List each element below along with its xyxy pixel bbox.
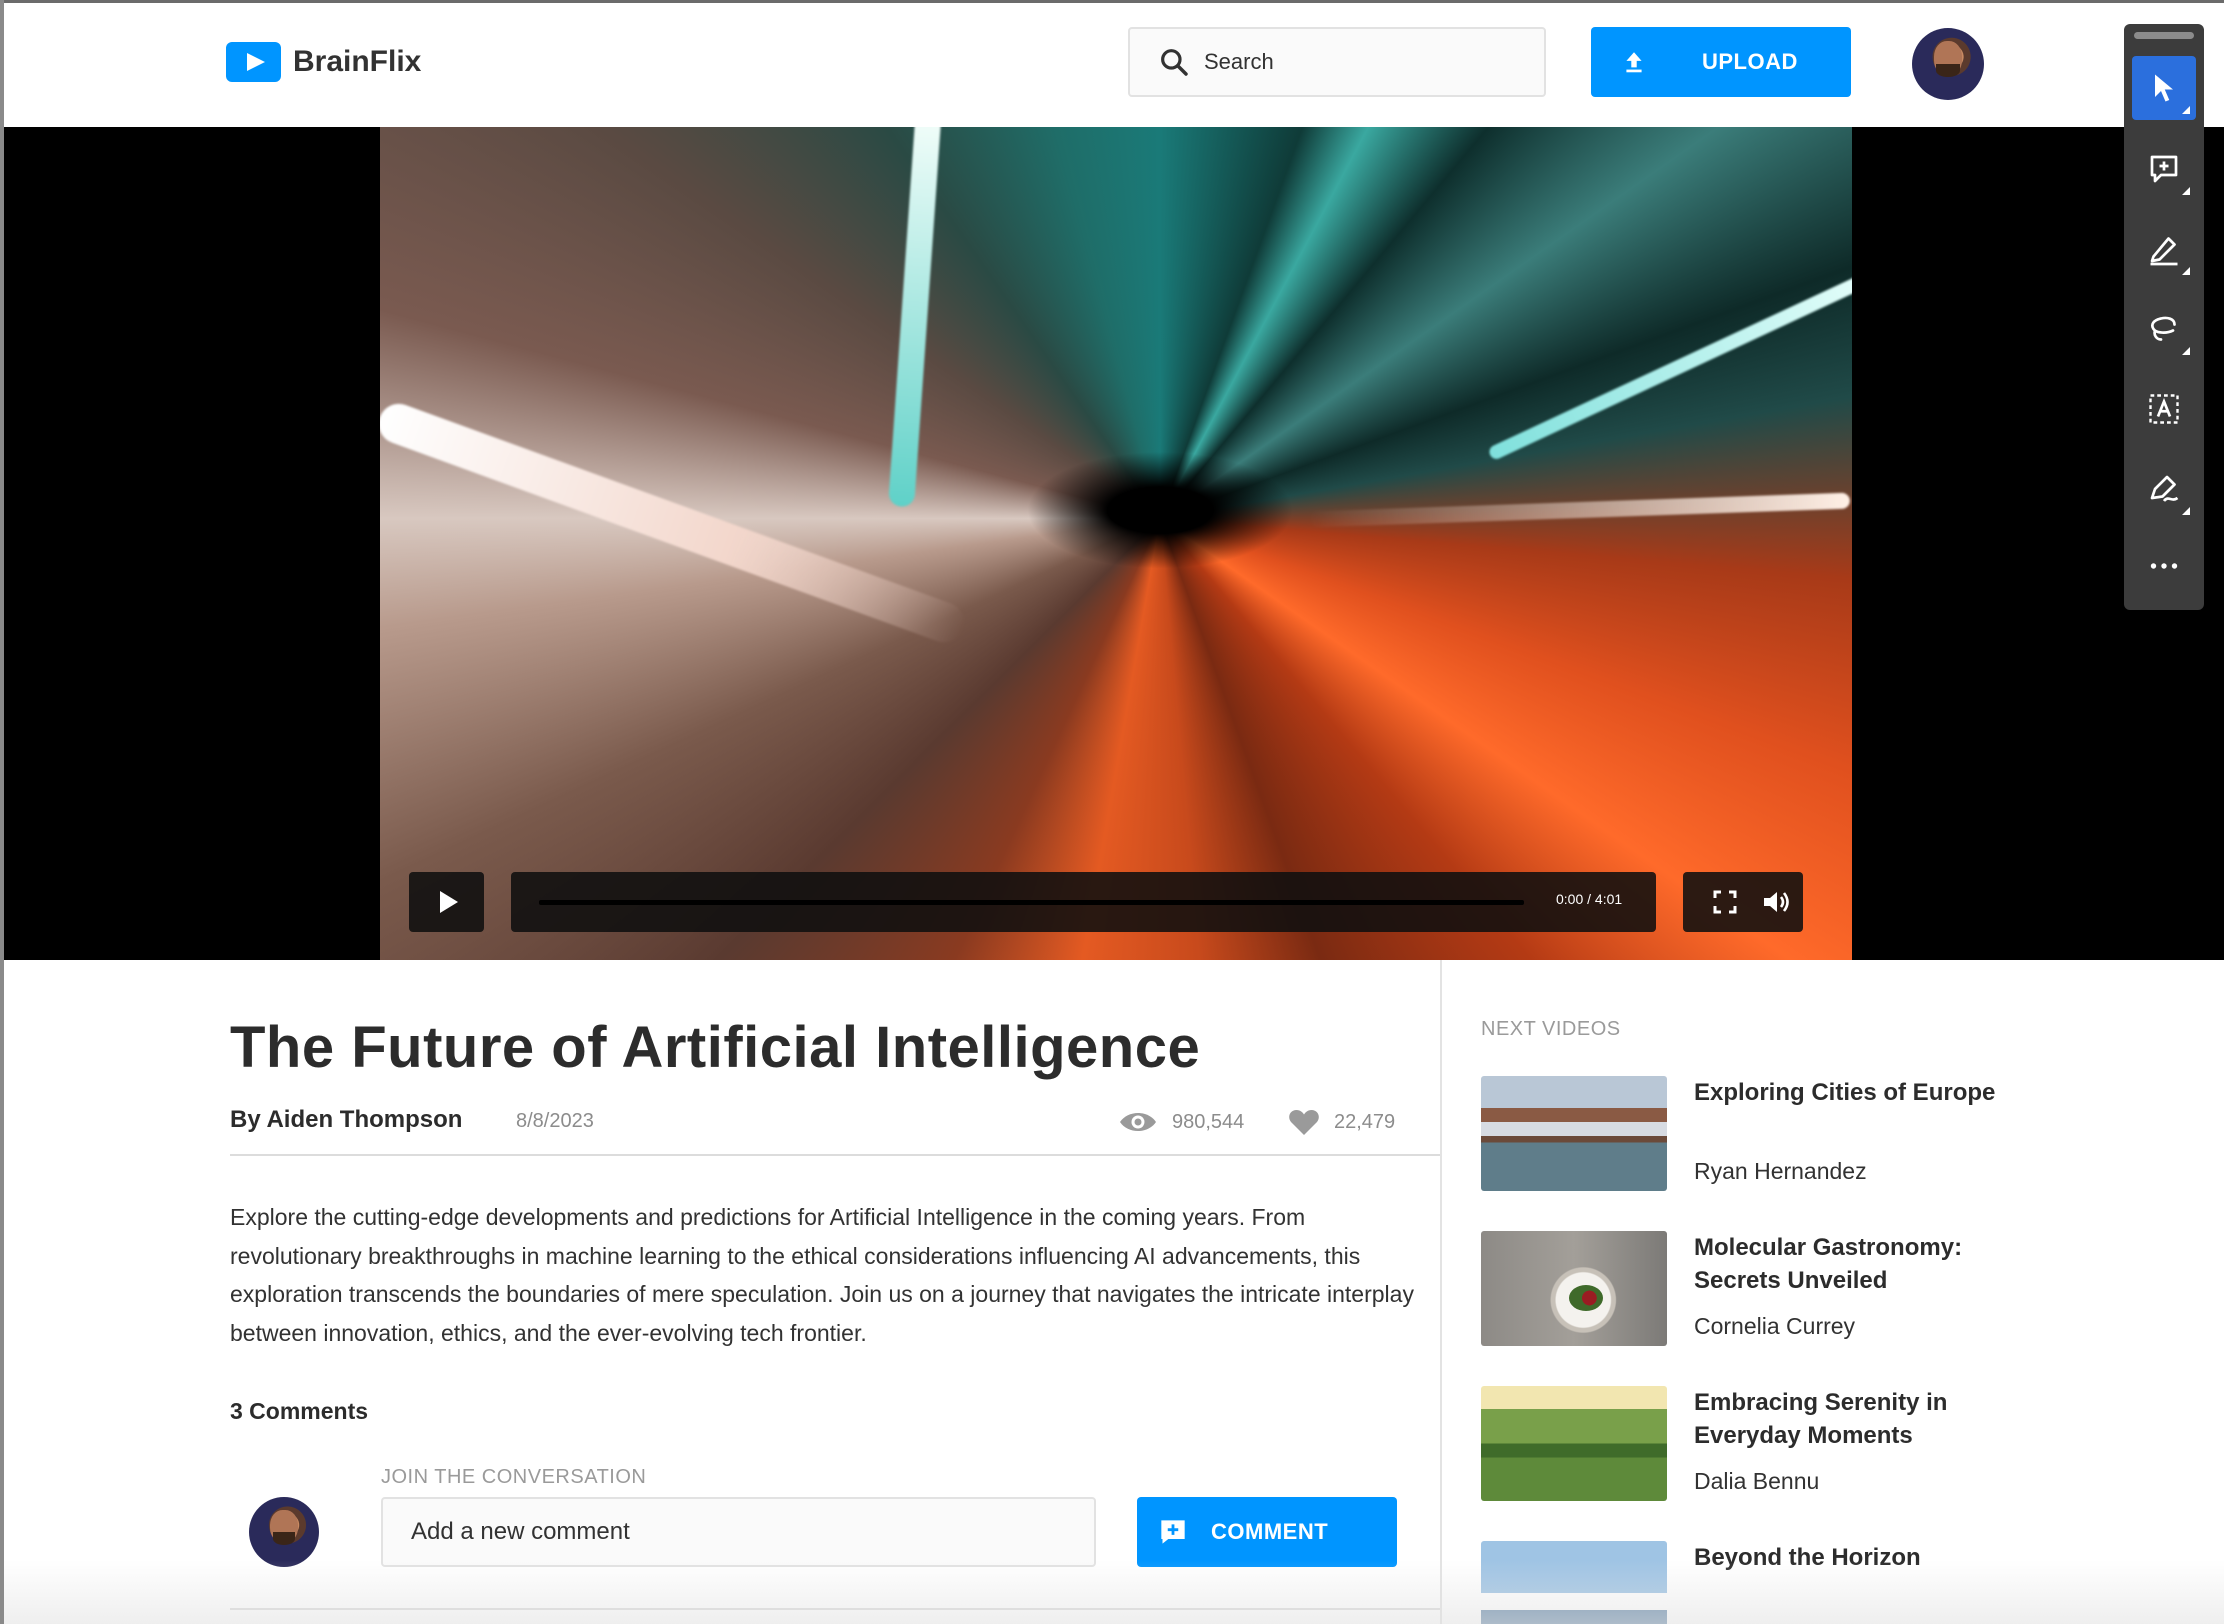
comment-input[interactable] xyxy=(381,1497,1096,1567)
more-tools-button[interactable] xyxy=(2132,534,2196,598)
next-video-title: Exploring Cities of Europe xyxy=(1694,1079,1996,1106)
text-select-tool-button[interactable] xyxy=(2132,377,2196,441)
column-divider xyxy=(1440,960,1442,1624)
add-comment-icon xyxy=(1161,1520,1185,1544)
video-thumbnail[interactable] xyxy=(1481,1541,1667,1624)
video-time: 0:00 / 4:01 xyxy=(1556,891,1623,907)
comment-button[interactable]: COMMENT xyxy=(1137,1497,1397,1567)
fullscreen-icon[interactable] xyxy=(1713,890,1737,914)
video-light-streak xyxy=(1487,266,1852,462)
next-video-item[interactable]: Molecular Gastronomy: Secrets Unveiled C… xyxy=(1481,1231,2181,1346)
next-video-title: Beyond the Horizon xyxy=(1694,1544,1921,1571)
submenu-corner-icon xyxy=(2182,267,2190,275)
draw-pen-icon xyxy=(2150,237,2178,266)
likes-counter[interactable]: 22,479 xyxy=(1288,1108,1395,1136)
brainflix-logo[interactable]: BrainFlix xyxy=(226,42,421,82)
next-video-author: Ryan Hernandez xyxy=(1694,1158,1867,1184)
video-thumbnail[interactable] xyxy=(1481,1076,1667,1191)
search-box[interactable] xyxy=(1128,27,1546,97)
text-select-icon xyxy=(2149,394,2179,424)
comments-count: 3 Comments xyxy=(230,1398,369,1424)
sign-pen-icon xyxy=(2150,475,2179,502)
more-icon xyxy=(2150,563,2178,569)
draw-tool-button[interactable] xyxy=(2132,217,2196,281)
video-controls-right xyxy=(1683,872,1803,932)
search-input[interactable] xyxy=(1204,49,1524,75)
progress-track[interactable] xyxy=(539,900,1524,905)
likes-count: 22,479 xyxy=(1334,1110,1396,1133)
lasso-icon xyxy=(2151,316,2176,341)
divider xyxy=(230,1154,1440,1156)
next-video-title: Embracing Serenity in Everyday Moments xyxy=(1694,1389,1948,1449)
next-video-author: Cornelia Currey xyxy=(1694,1313,1856,1339)
add-comment-icon xyxy=(2150,155,2178,183)
annotation-toolbar xyxy=(2124,24,2204,610)
lasso-tool-button[interactable] xyxy=(2132,297,2196,361)
video-light-streak xyxy=(888,127,942,508)
video-thumbnail[interactable] xyxy=(1481,1386,1667,1501)
comment-button-label: COMMENT xyxy=(1211,1519,1329,1544)
next-video-title: Molecular Gastronomy: Secrets Unveiled xyxy=(1694,1234,1963,1294)
video-light-streak xyxy=(1309,492,1851,528)
sign-tool-button[interactable] xyxy=(2132,457,2196,521)
add-comment-tool-button[interactable] xyxy=(2132,137,2196,201)
divider xyxy=(230,1608,1440,1610)
next-video-item[interactable]: Beyond the Horizon xyxy=(1481,1541,2181,1624)
submenu-corner-icon xyxy=(2182,106,2190,114)
heart-icon xyxy=(1289,1110,1319,1135)
video-thumbnail[interactable] xyxy=(1481,1231,1667,1346)
user-avatar[interactable] xyxy=(1912,28,1984,100)
search-icon xyxy=(1161,49,1188,76)
next-video-item[interactable]: Embracing Serenity in Everyday Moments D… xyxy=(1481,1386,2181,1501)
video-player[interactable] xyxy=(380,127,1852,960)
video-title: The Future of Artificial Intelligence xyxy=(230,1015,1201,1080)
volume-icon[interactable] xyxy=(1761,888,1793,916)
video-author: By Aiden Thompson xyxy=(230,1106,463,1133)
select-tool-button[interactable] xyxy=(2132,56,2196,120)
submenu-corner-icon xyxy=(2182,347,2190,355)
window-left-border xyxy=(0,0,4,1624)
video-date: 8/8/2023 xyxy=(516,1110,594,1132)
video-light-streak xyxy=(380,398,970,648)
select-pointer-icon xyxy=(2155,74,2173,102)
play-logo-icon xyxy=(226,42,281,82)
submenu-corner-icon xyxy=(2182,187,2190,195)
join-conversation-label: JOIN THE CONVERSATION xyxy=(381,1466,647,1488)
views-count: 980,544 xyxy=(1172,1110,1245,1133)
views-counter: 980,544 xyxy=(1118,1108,1244,1136)
toolbar-drag-handle[interactable] xyxy=(2134,32,2194,39)
commenter-avatar xyxy=(249,1497,319,1567)
logo-text: BrainFlix xyxy=(293,45,422,78)
submenu-corner-icon xyxy=(2182,507,2190,515)
video-scrubber-bar: 0:00 / 4:01 xyxy=(511,872,1656,932)
next-video-author: Dalia Bennu xyxy=(1694,1468,1820,1494)
video-description: Explore the cutting-edge developments an… xyxy=(230,1204,1414,1346)
play-button[interactable] xyxy=(409,872,484,932)
upload-icon xyxy=(1626,52,1642,73)
eye-icon xyxy=(1120,1113,1156,1131)
next-video-item[interactable]: Exploring Cities of Europe Ryan Hernande… xyxy=(1481,1076,2181,1191)
play-icon xyxy=(439,891,458,913)
upload-button[interactable]: UPLOAD xyxy=(1591,27,1851,97)
next-videos-heading: NEXT VIDEOS xyxy=(1481,1018,1621,1040)
upload-button-label: UPLOAD xyxy=(1702,49,1798,74)
